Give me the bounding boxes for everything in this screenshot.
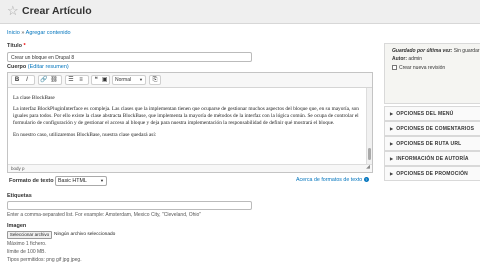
content-paragraph: La interfaz BlockPluginInterface es comp… [13,106,359,126]
paragraph-format-select[interactable]: Normal ▼ [112,75,146,85]
italic-button[interactable]: I [22,76,32,84]
toolbar-group-source: ⎘ [149,75,161,85]
triangle-right-icon: ▶ [390,141,394,146]
editor-scrollbar[interactable] [366,88,372,165]
accordion-label: OPCIONES DEL MENÚ [396,111,454,117]
toolbar-group-link: 🔗 ⛓ [38,75,62,85]
link-icon[interactable]: 🔗 [39,76,49,84]
resize-grip-icon[interactable]: ◢ [366,164,370,171]
required-marker: * [23,43,26,49]
tags-description: Enter a comma-separated list. For exampl… [7,212,202,218]
accordion-promotion-options[interactable]: ▶ OPCIONES DE PROMOCIÓN [384,166,480,181]
title-input[interactable]: Crear un bloque en Drupal 8 [7,52,252,62]
toolbar-group-lists: ☰ ≡ [65,75,89,85]
accordion-label: OPCIONES DE COMENTARIOS [396,126,475,132]
breadcrumb-home-link[interactable]: Inicio [7,30,20,36]
bold-button[interactable]: B [12,76,22,84]
body-label-text: Cuerpo [7,64,27,70]
unlink-icon[interactable]: ⛓ [49,76,59,84]
accordion-authoring-info[interactable]: ▶ INFORMACIÓN DE AUTORÍA [384,151,480,166]
last-saved-value: Sin guardar [453,48,480,54]
accordion-menu-options[interactable]: ▶ OPCIONES DEL MENÚ [384,106,480,121]
source-icon[interactable]: ⎘ [150,76,160,84]
tags-label: Etiquetas [7,193,32,199]
author-value: admin [408,56,423,62]
new-revision-option[interactable]: Crear nueva revisión [392,65,445,71]
content-heading: La clase BlockBase [13,95,55,101]
star-outline-icon[interactable]: ☆ [7,4,19,18]
author-info: Autor: admin [392,56,422,62]
edit-summary-link[interactable]: (Editar resumen) [28,64,69,70]
paragraph-format-value: Normal [115,77,132,83]
page-title: Crear Artículo [22,5,92,17]
text-format-value: Basic HTML [58,178,87,184]
accordion-url-options[interactable]: ▶ OPCIONES DE RUTA URL [384,136,480,151]
chevron-down-icon: ▼ [139,77,143,82]
accordion-label: OPCIONES DE RUTA URL [396,141,462,147]
about-text-formats-link[interactable]: Acerca de formatos de texto ? [296,177,369,183]
file-name: Ningún archivo seleccionado [54,232,116,237]
numbered-list-icon[interactable]: ≡ [76,76,86,84]
triangle-right-icon: ▶ [390,156,394,161]
content-paragraph: En nuestro caso, utilizaremos BlockBase,… [13,132,157,138]
title-label-text: Título [7,43,22,49]
breadcrumb-separator: » [21,30,25,36]
breadcrumb-add-content-link[interactable]: Agregar contenido [26,30,71,36]
accordion-label: OPCIONES DE PROMOCIÓN [396,171,468,177]
triangle-right-icon: ▶ [390,111,394,116]
image-limit-count: Máximo 1 fichero. [7,241,47,247]
body-editor[interactable]: B I 🔗 ⛓ ☰ ≡ ❝ ▣ Normal ▼ ⎘ La clase Bloc… [7,72,373,173]
editor-statusbar: body p ◢ [8,164,372,172]
image-allowed-types: Tipos permitidos: png gif jpg jpeg. [7,257,82,263]
text-format-select[interactable]: Basic HTML ▼ [55,176,107,186]
last-saved: Guardado por última vez: Sin guardar [392,48,480,54]
author-label: Autor: [392,56,407,62]
toolbar-group-media: ❝ ▣ [91,75,110,85]
help-icon: ? [363,177,369,182]
text-format-label: Formato de texto [9,178,54,184]
title-label: Título * [7,43,26,49]
new-revision-checkbox[interactable] [392,65,397,70]
triangle-right-icon: ▶ [390,171,394,176]
breadcrumb: Inicio » Agregar contenido [7,30,71,36]
scrollbar-thumb[interactable] [368,148,371,160]
editor-content[interactable]: La clase BlockBase La interfaz BlockPlug… [8,88,365,165]
image-limit-size: límite de 100 MB. [7,249,46,255]
blockquote-icon[interactable]: ❝ [92,76,101,84]
chevron-down-icon: ▼ [100,178,104,183]
body-label: Cuerpo (Editar resumen) [7,64,69,70]
select-file-button[interactable]: Seleccionar archivo [7,231,52,239]
last-saved-label: Guardado por última vez: [392,48,453,54]
accordion-label: INFORMACIÓN DE AUTORÍA [396,156,469,162]
image-label: Imagen [7,223,27,229]
sidebar-meta-panel: Guardado por última vez: Sin guardar Aut… [384,43,480,104]
triangle-right-icon: ▶ [390,126,394,131]
image-icon[interactable]: ▣ [101,76,110,84]
tags-input[interactable] [7,201,252,210]
accordion-comment-options[interactable]: ▶ OPCIONES DE COMENTARIOS [384,121,480,136]
about-text-formats-text: Acerca de formatos de texto [296,177,363,183]
toolbar-group-basic: B I [11,75,35,85]
editor-toolbar: B I 🔗 ⛓ ☰ ≡ ❝ ▣ Normal ▼ ⎘ [8,73,372,88]
bulleted-list-icon[interactable]: ☰ [66,76,76,84]
page-header: ☆ Crear Artículo [0,0,480,24]
new-revision-label: Crear nueva revisión [399,65,446,71]
element-path: body p [11,166,25,171]
